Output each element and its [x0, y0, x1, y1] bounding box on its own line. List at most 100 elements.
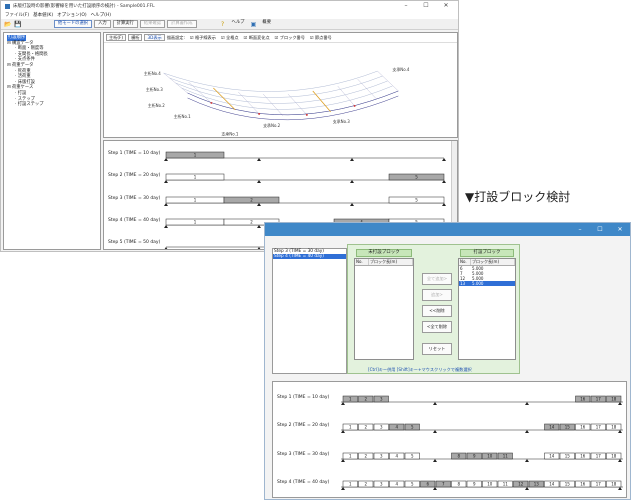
unplaced-block-table[interactable]: No. ブロック長(m) [354, 258, 414, 360]
mode-select-button[interactable]: 他モードの選択 [54, 20, 93, 28]
grid-checkbox[interactable]: ☑ 格子線表示 [190, 35, 216, 41]
support-mark [164, 225, 168, 228]
menu-basic[interactable]: 基本値(K) [33, 12, 53, 18]
block-number: 14 [549, 425, 555, 430]
block-number: 9 [473, 482, 476, 487]
reset-button[interactable]: リセット [422, 343, 452, 355]
block-number: 16 [580, 397, 586, 402]
tree-item[interactable]: · 打設ステップ [7, 102, 97, 108]
col-no: No. [459, 259, 471, 265]
book-icon[interactable]: ▣ [249, 20, 257, 28]
block-number: 1 [349, 482, 352, 487]
title-bar: 床版打設時の影響(影響線を用いた打設順序の検討) - Sample001.FFL… [1, 1, 458, 11]
save-icon[interactable]: 💾 [14, 20, 22, 28]
block-number-checkbox[interactable]: ☑ ブロック番号 [275, 35, 305, 41]
block-number: 1 [194, 175, 197, 180]
add-all-button[interactable]: 全て追加> [422, 273, 452, 285]
support-mark [433, 402, 437, 405]
list-item-selected[interactable]: Step 4 (TIME = 40 day) [273, 254, 346, 259]
tab-cross-beam[interactable]: 横桁 [128, 34, 143, 41]
support-mark [525, 487, 529, 490]
step-label: Step 3 (TIME = 30 day) [277, 451, 330, 457]
block-number: 17 [596, 454, 602, 459]
bearing-label-1: 支承No.1 [221, 132, 239, 137]
model-view-panel: 主桁(F) 横桁 3D表示 描画設定: ☑ 格子線表示 ☑ 全格点 ☑ 断面変化… [103, 32, 458, 138]
hint-text: [Ctrl]キー併用 [Shift]キー+マウスクリックで複数選択 [368, 367, 472, 372]
unplaced-title: 未打設ブロック [356, 249, 412, 257]
support-mark [257, 225, 261, 228]
support-mark [341, 402, 345, 405]
support-mark [442, 180, 446, 183]
placed-block-table[interactable]: No. ブロック長(m) 6 5.000 7 5.000 12 5.000 13 5.00… [458, 258, 516, 360]
tab-3d-view[interactable]: 3D表示 [144, 34, 165, 41]
support-mark [442, 203, 446, 206]
report-button[interactable]: 計算書作成 [167, 20, 197, 28]
maximize-button[interactable]: ☐ [416, 1, 436, 11]
support-mark [257, 203, 261, 206]
view-options-bar: 主桁(F) 横桁 3D表示 描画設定: ☑ 格子線表示 ☑ 全格点 ☑ 断面変化… [104, 33, 457, 43]
remove-all-button[interactable]: <全て削除 [422, 321, 452, 333]
calc-button[interactable]: 計算実行 [112, 20, 138, 28]
menu-file[interactable]: ファイル(F) [5, 12, 29, 18]
support-mark [433, 430, 437, 433]
section-caption: ▼打設ブロック検討 [465, 190, 571, 204]
block-number: 1 [194, 198, 197, 203]
block-number: 2 [364, 482, 367, 487]
support-mark [164, 203, 168, 206]
result-button[interactable]: 結果確認 [139, 20, 166, 28]
col-no: No. [355, 259, 369, 265]
section-change-checkbox[interactable]: ☑ 断面変化点 [244, 35, 270, 41]
block-number: 5 [415, 198, 418, 203]
step-diagram-2: Step 1 (TIME = 10 day) Step 2 (TIME = 20… [277, 394, 623, 490]
support-mark [257, 180, 261, 183]
support-mark [257, 247, 261, 249]
col-length: ブロック長(m) [369, 259, 413, 265]
add-button[interactable]: 追加> [422, 289, 452, 301]
block-number: 18 [611, 425, 617, 430]
block-number: 18 [611, 397, 617, 402]
block-step-diagram-panel: Step 1 (TIME = 10 day) Step 2 (TIME = 20… [272, 381, 627, 498]
node-number-checkbox[interactable]: ☑ 節点番号 [310, 35, 332, 41]
girder-label-3: 主桁No.3 [146, 87, 164, 92]
support-mark [442, 158, 446, 161]
input-button[interactable]: 入力 [94, 20, 111, 28]
open-file-icon[interactable]: 📂 [4, 20, 12, 28]
minimize-button[interactable]: – [570, 223, 590, 236]
step-label: Step 4 (TIME = 40 day) [277, 479, 330, 485]
block-number: 5 [415, 175, 418, 180]
minimize-button[interactable]: – [396, 1, 416, 11]
block-number: 17 [596, 482, 602, 487]
block-number: 2 [364, 425, 367, 430]
block-number: 1 [349, 397, 352, 402]
all-nodes-checkbox[interactable]: ☑ 全格点 [221, 35, 239, 41]
close-button[interactable]: ✕ [436, 1, 456, 11]
block-number: 2 [250, 198, 253, 203]
overview-label[interactable]: 概要 [259, 20, 274, 28]
step-list[interactable]: Step 3 (TIME = 30 day) Step 4 (TIME = 40… [272, 248, 347, 374]
menu-option[interactable]: オプション(O) [57, 12, 87, 18]
menu-bar: ファイル(F) 基本値(K) オプション(O) ヘルプ(H) [1, 11, 458, 19]
help-label[interactable]: ヘルプ [229, 20, 248, 28]
bridge-3d-model[interactable]: 主桁No.4 主桁No.3 主桁No.2 主桁No.1 支承No.4 支承No.… [104, 43, 457, 139]
close-button[interactable]: ✕ [610, 223, 630, 236]
girder-label-1: 主桁No.1 [174, 114, 192, 119]
block-number: 17 [596, 425, 602, 430]
remove-button[interactable]: <<削除 [422, 305, 452, 317]
support-mark [350, 203, 354, 206]
block-number: 11 [503, 454, 509, 459]
menu-help[interactable]: ヘルプ(H) [91, 12, 111, 18]
block-assign-panel: 未打設ブロック No. ブロック長(m) 全て追加> 追加> <<削除 <全て削除… [347, 244, 520, 374]
table-row-selected[interactable]: 13 5.000 [459, 281, 515, 286]
tab-main-girder[interactable]: 主桁(F) [106, 34, 127, 41]
block-number: 15 [565, 482, 571, 487]
girder-label-4: 主桁No.4 [144, 71, 162, 76]
support-mark [525, 459, 529, 462]
block-number: 5 [411, 482, 414, 487]
support-mark [257, 158, 261, 161]
block-number: 18 [611, 482, 617, 487]
maximize-button[interactable]: ☐ [590, 223, 610, 236]
bearing-label-4: 支承No.4 [392, 67, 410, 72]
help-icon[interactable]: ? [219, 20, 227, 28]
block-number: 8 [457, 482, 460, 487]
app-icon [5, 3, 10, 9]
